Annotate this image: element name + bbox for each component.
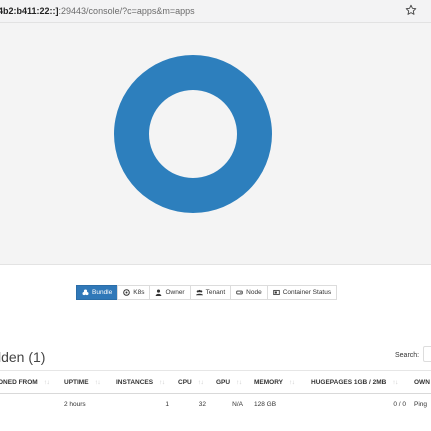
table-row[interactable]: 2 hours 1 32 N/A 128 GB 0 / 0 Ping [0, 394, 431, 414]
column-header[interactable]: OWN [414, 371, 430, 393]
table-cell: 1 [165, 400, 169, 408]
column-header[interactable]: GPU ↑↓ [216, 371, 242, 393]
table-header: ONED FROM ↑↓ UPTIME ↑↓ INSTANCES ↑↓ CPU ↑↓ GPU ↑↓… [0, 370, 431, 394]
column-header-label: MEMORY [254, 378, 284, 386]
sort-icon[interactable]: ↑↓ [159, 379, 165, 386]
node-icon [236, 289, 246, 296]
column-header[interactable]: HUGEPAGES 1GB / 2MB ↑↓ [311, 371, 398, 393]
url-host: 4b2:b411:22::] [0, 6, 59, 16]
column-header-label: HUGEPAGES 1GB / 2MB [311, 378, 387, 386]
column-header[interactable]: CPU ↑↓ [178, 371, 204, 393]
filter-label: Node [246, 289, 262, 296]
owner-icon [155, 289, 165, 296]
k8s-icon [123, 289, 133, 296]
search-input[interactable] [423, 346, 431, 362]
column-header-label: ONED FROM [0, 378, 38, 386]
apps-table: ONED FROM ↑↓ UPTIME ↑↓ INSTANCES ↑↓ CPU ↑↓ GPU ↑↓… [0, 370, 431, 414]
column-header[interactable]: MEMORY ↑↓ [254, 371, 295, 393]
filter-label: Bundle [92, 289, 113, 296]
address-bar[interactable]: 4b2:b411:22::]:29443/console/?c=apps&m=a… [0, 0, 431, 23]
column-header[interactable]: ONED FROM ↑↓ [0, 371, 50, 393]
donut-slice[interactable] [114, 55, 272, 213]
column-header-label: CPU [178, 378, 192, 386]
table-cell: 0 / 0 [393, 400, 406, 408]
filter-label: Tenant [205, 289, 226, 296]
search-label: Search: [395, 352, 420, 359]
table-cell: 32 [198, 400, 206, 408]
sort-icon[interactable]: ↑↓ [236, 379, 242, 386]
filter-button-bundle[interactable]: Bundle [76, 285, 119, 300]
bundle-icon [82, 289, 92, 296]
column-header-label: GPU [216, 378, 231, 386]
sort-icon[interactable]: ↑↓ [289, 379, 295, 386]
section-title: lden (1) [0, 349, 46, 365]
table-cell: 2 hours [64, 400, 86, 408]
column-header-label: UPTIME [64, 378, 89, 386]
column-header-label: OWN [414, 378, 430, 386]
star-icon[interactable] [405, 4, 417, 16]
chart-panel [0, 23, 431, 265]
url-text[interactable]: 4b2:b411:22::]:29443/console/?c=apps&m=a… [0, 6, 195, 16]
filter-button-k8s[interactable]: K8s [117, 285, 151, 300]
filter-label: K8s [133, 289, 145, 296]
container-icon [272, 289, 283, 296]
column-header[interactable]: UPTIME ↑↓ [64, 371, 101, 393]
group-by-button-group: Bundle K8s Owner Tenant Node Container Status [76, 285, 338, 301]
tenant-icon [195, 289, 206, 296]
sort-icon[interactable]: ↑↓ [95, 379, 101, 386]
filter-button-owner[interactable]: Owner [149, 285, 191, 300]
table-cell: N/A [232, 400, 243, 408]
column-header-label: INSTANCES [116, 378, 154, 386]
donut-chart [114, 55, 272, 213]
filter-button-container-status[interactable]: Container Status [266, 285, 338, 300]
sort-icon[interactable]: ↑↓ [198, 379, 204, 386]
sort-icon[interactable]: ↑↓ [392, 379, 398, 386]
filter-button-tenant[interactable]: Tenant [189, 285, 232, 300]
url-path: :29443/console/?c=apps&m=apps [58, 6, 195, 16]
table-cell: 128 GB [254, 400, 277, 408]
column-header[interactable]: INSTANCES ↑↓ [116, 371, 165, 393]
filter-label: Owner [165, 289, 185, 296]
filter-label: Container Status [282, 289, 332, 296]
sort-icon[interactable]: ↑↓ [44, 379, 50, 386]
table-body: 2 hours 1 32 N/A 128 GB 0 / 0 Ping [0, 394, 431, 414]
table-cell: Ping [414, 400, 428, 408]
filter-button-node[interactable]: Node [230, 285, 268, 300]
